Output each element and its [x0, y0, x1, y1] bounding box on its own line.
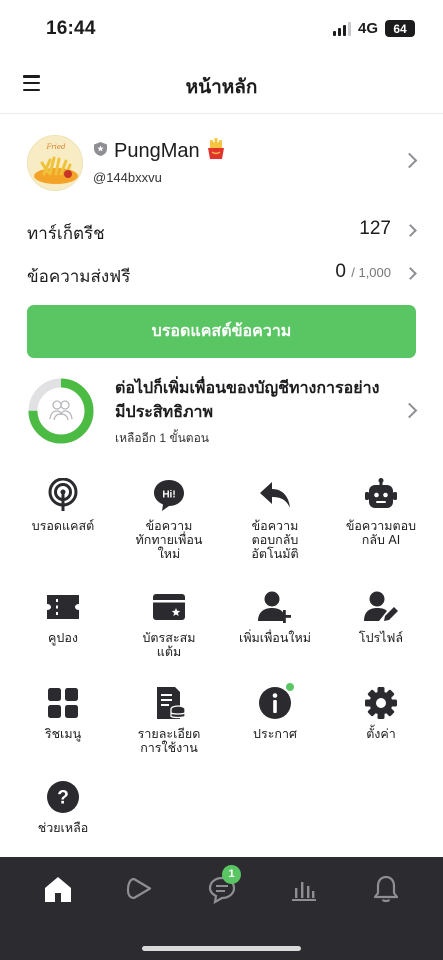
grid-item-broadcast[interactable]: บรอดแคสต์	[12, 477, 114, 533]
broadcast-message-button[interactable]: บรอดแคสต์ข้อความ	[27, 305, 416, 358]
fries-emoji-icon	[206, 138, 226, 165]
new-indicator-dot	[286, 683, 294, 691]
home-indicator[interactable]	[142, 946, 301, 951]
grid-label: โปรไฟล์	[358, 631, 404, 645]
free-messages-label: ข้อความส่งฟรี	[27, 267, 131, 286]
free-messages-limit: / 1,000	[351, 265, 391, 280]
signal-strength-icon	[332, 21, 351, 36]
grid-label: ประกาศ	[253, 727, 297, 741]
shield-icon	[93, 141, 108, 162]
progress-subtitle: เหลืออีก 1 ขั้นตอน	[115, 431, 209, 445]
nav-voom-icon[interactable]	[125, 874, 155, 904]
profile-name: PungMan	[114, 140, 200, 162]
grid-item-help[interactable]: ? ช่วยเหลือ	[12, 780, 114, 835]
grid-label: เพิ่มเพื่อนใหม่	[239, 631, 311, 645]
grid-item-settings[interactable]: ตั้งค่า	[330, 686, 432, 741]
status-indicators: 4G 64	[332, 20, 415, 37]
page-title: หน้าหลัก	[185, 77, 258, 98]
auto-reply-icon	[258, 478, 292, 512]
avatar: Fried	[27, 135, 83, 191]
grid-item-announcements[interactable]: ประกาศ	[224, 683, 326, 741]
grid-label: บรอดแคสต์	[31, 519, 95, 533]
reward-card-icon	[152, 590, 186, 624]
profile-handle: @144bxxvu	[93, 170, 162, 185]
grid-label: ข้อความทักทายเพื่อนใหม่	[135, 519, 203, 561]
chevron-right-icon	[401, 402, 418, 419]
rich-menu-icon	[46, 686, 80, 720]
grid-label: ช่วยเหลือ	[37, 821, 89, 835]
grid-label: ตั้งค่า	[366, 727, 396, 741]
grid-label: รายละเอียดการใช้งาน	[137, 727, 201, 755]
chevron-right-icon	[401, 152, 418, 169]
chevron-right-icon	[404, 267, 417, 280]
network-type: 4G	[357, 20, 378, 37]
usage-details-icon	[152, 686, 186, 720]
ai-bot-icon	[364, 478, 398, 512]
grid-item-coupon[interactable]: คูปอง	[12, 590, 114, 645]
grid-item-add-friend[interactable]: เพิ่มเพื่อนใหม่	[224, 590, 326, 645]
app-header: หน้าหลัก	[0, 58, 443, 114]
target-reach-value: 127	[359, 218, 391, 239]
setup-progress-card[interactable]: ต่อไปก็เพิ่มเพื่อนของบัญชีทางการอย่างมีป…	[27, 373, 418, 451]
settings-gear-icon	[364, 686, 398, 720]
free-messages-row[interactable]: ข้อความส่งฟรี 0 / 1,000	[27, 256, 417, 292]
progress-title: ต่อไปก็เพิ่มเพื่อนของบัญชีทางการอย่างมีป…	[115, 380, 380, 421]
profile-edit-icon	[364, 590, 398, 624]
grid-label: ริชเมนู	[44, 727, 82, 741]
nav-notifications-icon[interactable]	[371, 874, 401, 904]
progress-ring	[28, 378, 94, 444]
grid-item-auto-reply[interactable]: ข้อความตอบกลับอัตโนมัติ	[224, 478, 326, 561]
coupon-icon	[46, 590, 80, 624]
profile-name-line: PungMan	[93, 138, 226, 165]
target-reach-row[interactable]: ทาร์เก็ตรีช 127	[27, 213, 417, 249]
bottom-navigation: 1	[0, 857, 443, 960]
info-icon	[258, 683, 294, 720]
help-icon: ?	[46, 780, 80, 814]
nav-home-icon[interactable]	[43, 874, 73, 904]
battery-icon: 64	[385, 20, 415, 37]
target-reach-label: ทาร์เก็ตรีช	[27, 224, 105, 243]
grid-item-usage-details[interactable]: รายละเอียดการใช้งาน	[118, 686, 220, 755]
grid-label: บัตรสะสมแต้ม	[142, 631, 196, 659]
grid-label: คูปอง	[48, 631, 78, 645]
grid-item-rich-menu[interactable]: ริชเมนู	[12, 686, 114, 741]
chat-unread-badge: 1	[222, 865, 241, 884]
svg-text:Fried: Fried	[45, 143, 66, 151]
grid-item-profile[interactable]: โปรไฟล์	[330, 590, 432, 645]
grid-label: ข้อความตอบกลับอัตโนมัติ	[251, 519, 299, 561]
nav-insights-icon[interactable]	[289, 874, 319, 904]
nav-chat-icon[interactable]: 1	[207, 865, 241, 905]
svg-text:Hi!: Hi!	[162, 490, 175, 501]
hi-greeting-icon: Hi!	[152, 478, 186, 512]
status-bar: 16:44 4G 64	[0, 0, 443, 58]
status-time: 16:44	[46, 18, 96, 39]
free-messages-count: 0	[335, 261, 346, 282]
broadcast-icon	[46, 477, 80, 512]
grid-label: ข้อความตอบกลับ AI	[345, 519, 417, 547]
grid-item-reward-card[interactable]: บัตรสะสมแต้ม	[118, 590, 220, 659]
grid-item-greeting[interactable]: Hi! ข้อความทักทายเพื่อนใหม่	[118, 478, 220, 561]
profile-row[interactable]: Fried PungMan @144bxxvu	[27, 130, 418, 194]
svg-text:?: ?	[57, 788, 69, 809]
chevron-right-icon	[404, 224, 417, 237]
free-messages-value: 0 / 1,000	[335, 261, 391, 283]
add-friend-icon	[258, 590, 292, 624]
grid-item-ai-reply[interactable]: ข้อความตอบกลับ AI	[330, 478, 432, 547]
